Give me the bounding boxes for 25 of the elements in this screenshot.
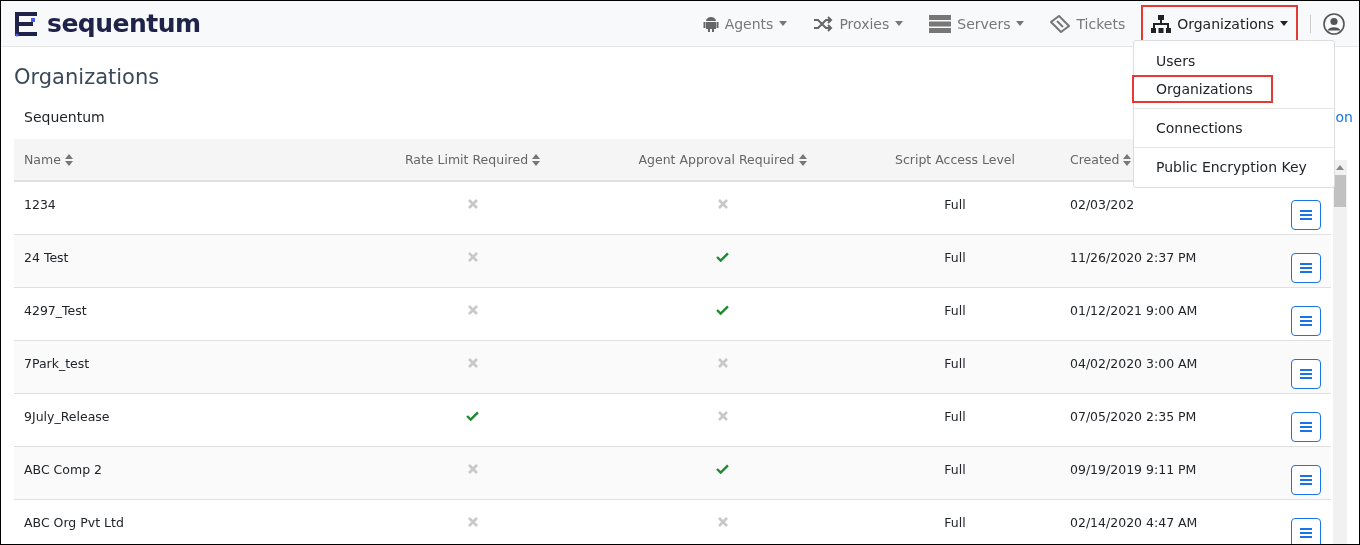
table-cell: 07/05/2020 2:35 PM	[1070, 408, 1197, 424]
table-cell: ABC Comp 2	[24, 461, 103, 477]
table-cell: Full	[944, 196, 966, 212]
table-cell: Full	[944, 408, 966, 424]
table-cell: Full	[944, 514, 966, 530]
table-cell: 11/26/2020 2:37 PM	[1070, 249, 1197, 265]
table-cell: 7Park_test	[24, 355, 90, 371]
table-cell: 02/14/2020 4:47 AM	[1070, 514, 1198, 530]
table-cell: Full	[944, 249, 966, 265]
table-cell: ABC Org Pvt Ltd	[24, 514, 124, 530]
table-cell: 9July_Release	[24, 408, 110, 424]
page-title: Organizations	[14, 65, 160, 91]
table-cell: 04/02/2020 3:00 AM	[1070, 355, 1198, 371]
table-cell: Full	[944, 461, 966, 477]
table-cell: 01/12/2021 9:00 AM	[1070, 302, 1198, 318]
column-header: Script Access Level	[894, 152, 1016, 167]
organization-name: Sequentum	[23, 109, 105, 125]
table-cell: 4297_Test	[24, 302, 87, 318]
table-cell: 09/19/2019 9:11 PM	[1070, 461, 1197, 477]
table-cell: Full	[944, 302, 966, 318]
table-cell: 24 Test	[24, 249, 69, 265]
table-cell: 1234	[24, 196, 56, 212]
table-cell: 02/03/202	[1070, 196, 1135, 212]
brand-name: sequentum	[47, 9, 201, 38]
table-cell: Full	[944, 355, 966, 371]
